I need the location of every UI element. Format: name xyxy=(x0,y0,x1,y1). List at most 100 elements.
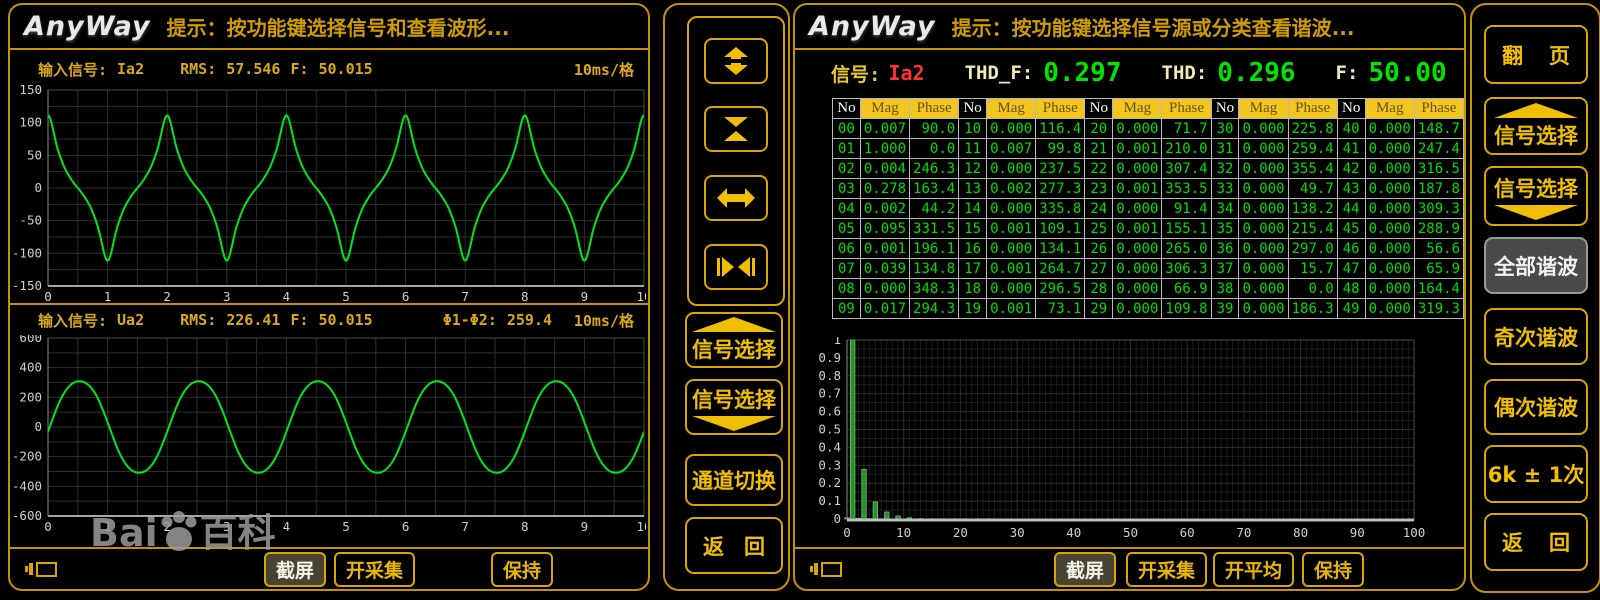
freq-label: F: xyxy=(1336,62,1359,84)
right-harmonic-panel: AnyWay 提示：按功能键选择信号源或分类查看谐波... 信号: Ia2 TH… xyxy=(793,3,1466,591)
harmonic-no: 15 xyxy=(959,219,987,239)
harmonic-table-row: 080.000348.3180.000296.5280.00066.9380.0… xyxy=(833,279,1464,299)
harmonic-no: 30 xyxy=(1211,119,1239,139)
harmonic-phase: 91.4 xyxy=(1162,199,1211,219)
harmonic-mag: 1.000 xyxy=(860,139,909,159)
button-label: 全部谐波 xyxy=(1494,251,1578,281)
harmonic-phase: 148.7 xyxy=(1414,119,1463,139)
svg-text:0: 0 xyxy=(34,180,42,195)
thd-label: THD: xyxy=(1162,62,1208,84)
compress-horizontal-button[interactable] xyxy=(704,244,768,290)
bottom-button-开采集[interactable]: 开采集 xyxy=(334,552,415,587)
function-button-信号选择[interactable]: 信号选择 xyxy=(685,312,783,368)
triangle-up-icon xyxy=(692,317,776,332)
harmonic-no: 00 xyxy=(833,119,861,139)
svg-text:20: 20 xyxy=(953,525,968,540)
button-label: 信号选择 xyxy=(1494,120,1578,150)
harmonic-mag: 0.278 xyxy=(860,179,909,199)
harmonic-mag: 0.000 xyxy=(1365,199,1414,219)
signal-label: 信号: xyxy=(831,60,880,87)
scope1-freq-value: 50.015 xyxy=(319,60,373,78)
harmonic-mag: 0.000 xyxy=(1239,299,1288,319)
scope2-timebase: 10ms/格 xyxy=(574,310,634,331)
harmonic-phase: 288.9 xyxy=(1414,219,1463,239)
harmonic-mag: 0.000 xyxy=(1365,259,1414,279)
svg-text:1: 1 xyxy=(104,519,112,534)
harmonic-no: 27 xyxy=(1085,259,1113,279)
page-turn-button[interactable]: 翻页 xyxy=(1484,25,1588,84)
button-label: 6k ± 1次 xyxy=(1488,459,1584,489)
svg-text:-100: -100 xyxy=(12,245,42,260)
scope2-phase-label: Φ1-Φ2: xyxy=(443,311,497,329)
harmonic-table: NoMagPhaseNoMagPhaseNoMagPhaseNoMagPhase… xyxy=(832,98,1464,319)
harmonic-mag: 0.000 xyxy=(987,239,1036,259)
bottom-button-截屏[interactable]: 截屏 xyxy=(264,552,326,587)
bottom-button-开平均[interactable]: 开平均 xyxy=(1213,552,1294,587)
harmonic-no: 07 xyxy=(833,259,861,279)
harmonic-no: 44 xyxy=(1337,199,1365,219)
harmonic-phase: 306.3 xyxy=(1162,259,1211,279)
harmonic-mag: 0.000 xyxy=(1113,239,1162,259)
expand-vertical-button[interactable] xyxy=(704,38,768,84)
function-button-全部谐波[interactable]: 全部谐波 xyxy=(1484,237,1588,294)
button-label: 偶次谐波 xyxy=(1494,392,1578,422)
harmonic-mag: 0.000 xyxy=(1365,139,1414,159)
left-hint-text: 提示：按功能键选择信号和查看波形... xyxy=(167,12,510,41)
bottom-button-保持[interactable]: 保持 xyxy=(491,552,553,587)
app-root: AnyWay 提示：按功能键选择信号和查看波形... 输入信号: Ia2 RMS… xyxy=(0,0,1600,600)
expand-horizontal-button[interactable] xyxy=(704,175,768,221)
svg-text:0.2: 0.2 xyxy=(818,475,841,490)
scope1-signal-label: 输入信号: xyxy=(38,59,107,80)
harmonic-mag: 0.000 xyxy=(1239,219,1288,239)
bottom-button-开采集[interactable]: 开采集 xyxy=(1126,552,1207,587)
scope2-signal-value: Ua2 xyxy=(117,311,144,329)
harmonic-mag: 0.000 xyxy=(1113,299,1162,319)
back-button[interactable]: 返回 xyxy=(685,517,783,574)
scope1-waveform-plot: 150100500-50-100-150012345678910 xyxy=(12,85,646,301)
harmonic-phase: 138.2 xyxy=(1288,199,1337,219)
bottom-button-截屏[interactable]: 截屏 xyxy=(1054,552,1116,587)
harmonic-no: 08 xyxy=(833,279,861,299)
left-title-bar: AnyWay 提示：按功能键选择信号和查看波形... xyxy=(10,5,648,50)
scope2-phase-value: 259.4 xyxy=(507,311,552,329)
harmonic-phase: 296.5 xyxy=(1036,279,1085,299)
right-title-bar: AnyWay 提示：按功能键选择信号源或分类查看谐波... xyxy=(795,5,1464,50)
harmonic-mag: 0.000 xyxy=(1239,279,1288,299)
function-button-信号选择[interactable]: 信号选择 xyxy=(1484,97,1588,155)
harmonic-mag: 0.095 xyxy=(860,219,909,239)
harmonic-no: 26 xyxy=(1085,239,1113,259)
scope1-signal-value: Ia2 xyxy=(117,60,144,78)
col-header-no: No xyxy=(1085,99,1113,119)
harmonic-mag: 0.000 xyxy=(1239,179,1288,199)
harmonic-phase: 215.4 xyxy=(1288,219,1337,239)
button-label: 奇次谐波 xyxy=(1494,322,1578,352)
bottom-button-保持[interactable]: 保持 xyxy=(1302,552,1364,587)
harmonic-mag: 0.000 xyxy=(1239,139,1288,159)
svg-text:-150: -150 xyxy=(12,278,42,293)
harmonic-mag: 0.001 xyxy=(987,219,1036,239)
harmonic-no: 31 xyxy=(1211,139,1239,159)
svg-text:90: 90 xyxy=(1350,525,1365,540)
compress-horizontal-icon xyxy=(716,252,756,282)
back-button[interactable]: 返回 xyxy=(1484,513,1588,571)
harmonic-phase: 134.8 xyxy=(910,259,959,279)
harmonic-no: 20 xyxy=(1085,119,1113,139)
function-button-偶次谐波[interactable]: 偶次谐波 xyxy=(1484,379,1588,435)
function-button-6k ± 1次[interactable]: 6k ± 1次 xyxy=(1484,445,1588,503)
harmonic-no: 28 xyxy=(1085,279,1113,299)
function-button-信号选择[interactable]: 信号选择 xyxy=(1484,166,1588,226)
function-button-信号选择[interactable]: 信号选择 xyxy=(685,379,783,435)
svg-text:100: 100 xyxy=(19,115,42,130)
function-button-奇次谐波[interactable]: 奇次谐波 xyxy=(1484,308,1588,365)
svg-text:-50: -50 xyxy=(19,213,42,228)
scope2-rms-value: 226.41 xyxy=(226,311,280,329)
compress-vertical-button[interactable] xyxy=(704,106,768,152)
svg-text:30: 30 xyxy=(1010,525,1025,540)
harmonic-table-row: 011.0000.0110.00799.8210.001210.0310.000… xyxy=(833,139,1464,159)
button-label: 翻页 xyxy=(1486,40,1586,70)
harmonic-phase: 73.1 xyxy=(1036,299,1085,319)
svg-text:0.9: 0.9 xyxy=(818,350,841,365)
function-button-通道切换[interactable]: 通道切换 xyxy=(685,454,783,506)
harmonic-table-row: 050.095331.5150.001109.1250.001155.1350.… xyxy=(833,219,1464,239)
scope1-timebase: 10ms/格 xyxy=(574,59,634,80)
